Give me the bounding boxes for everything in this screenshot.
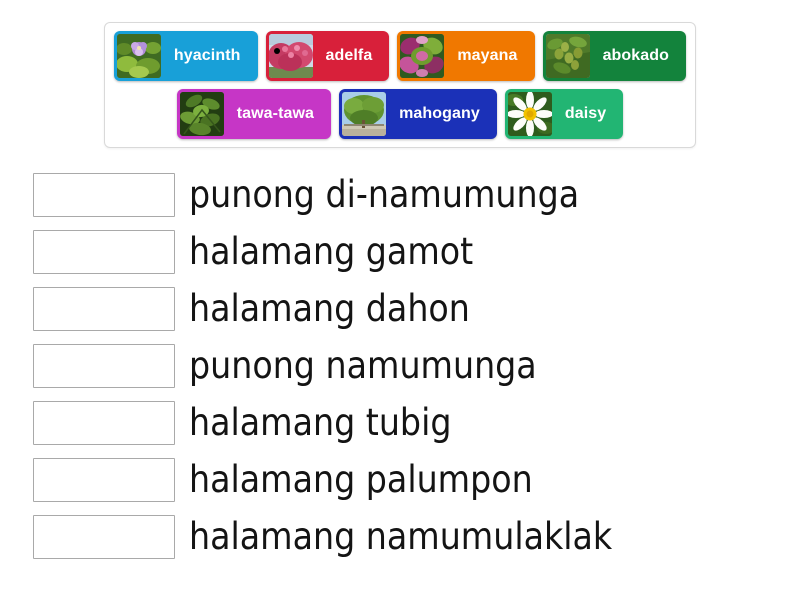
draggable-tile-tawa-tawa[interactable]: tawa-tawa: [176, 89, 332, 139]
drop-target-box[interactable]: [33, 400, 175, 445]
answer-row: halamang dahon: [33, 280, 773, 337]
adelfa-shrub-photo: [268, 34, 313, 78]
avocado-tree-photo: [545, 34, 590, 78]
answer-row: punong di-namumunga: [33, 166, 773, 223]
answer-label: halamang dahon: [189, 287, 470, 330]
word-bank-container: hyacinth adelfa mayana abokado tawa-tawa…: [104, 22, 696, 148]
word-bank-row-2: tawa-tawa mahogany daisy: [105, 89, 695, 139]
answer-list: punong di-namumunga halamang gamot halam…: [33, 166, 773, 565]
answer-row: punong namumunga: [33, 337, 773, 394]
answer-label: punong di-namumunga: [189, 173, 580, 216]
drop-target-box[interactable]: [33, 343, 175, 388]
draggable-tile-mahogany[interactable]: mahogany: [339, 89, 497, 139]
draggable-tile-daisy[interactable]: daisy: [504, 89, 624, 139]
word-bank-row-1: hyacinth adelfa mayana abokado: [105, 31, 695, 81]
tile-label: mayana: [457, 47, 518, 64]
drop-target-box[interactable]: [33, 514, 175, 559]
answer-row: halamang namumulaklak: [33, 508, 773, 565]
tile-label: daisy: [564, 105, 607, 122]
tile-label: abokado: [602, 47, 670, 64]
tile-label: mahogany: [399, 105, 480, 122]
answer-label: halamang palumpon: [189, 458, 533, 501]
draggable-tile-adelfa[interactable]: adelfa: [265, 31, 390, 81]
answer-label: halamang gamot: [189, 230, 474, 273]
tile-label: tawa-tawa: [236, 105, 315, 122]
tile-label: hyacinth: [173, 47, 241, 64]
drop-target-box[interactable]: [33, 457, 175, 502]
daisy-flower-photo: [507, 92, 552, 136]
answer-row: halamang tubig: [33, 394, 773, 451]
tawa-tawa-plant-photo: [179, 92, 224, 136]
draggable-tile-hyacinth[interactable]: hyacinth: [113, 31, 258, 81]
answer-label: halamang tubig: [189, 401, 452, 444]
tile-label: adelfa: [325, 47, 373, 64]
mayana-leaves-photo: [400, 34, 445, 78]
answer-row: halamang gamot: [33, 223, 773, 280]
drop-target-box[interactable]: [33, 286, 175, 331]
answer-label: punong namumunga: [189, 344, 537, 387]
water-hyacinth-photo: [116, 34, 161, 78]
answer-label: halamang namumulaklak: [189, 515, 613, 558]
draggable-tile-abokado[interactable]: abokado: [542, 31, 687, 81]
drop-target-box[interactable]: [33, 229, 175, 274]
draggable-tile-mayana[interactable]: mayana: [397, 31, 535, 81]
answer-row: halamang palumpon: [33, 451, 773, 508]
drop-target-box[interactable]: [33, 172, 175, 217]
mahogany-tree-photo: [342, 92, 387, 136]
